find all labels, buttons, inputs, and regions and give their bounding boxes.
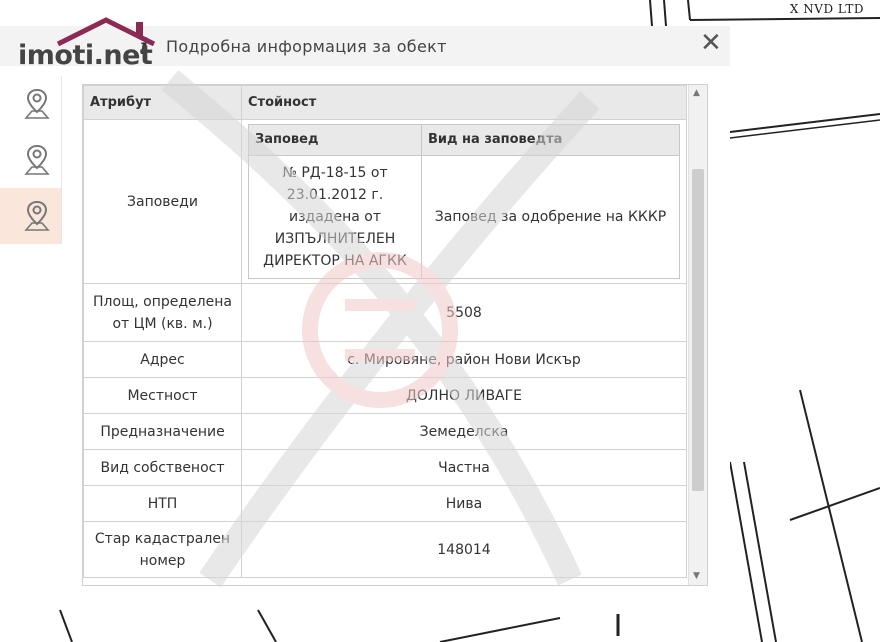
order-cell: № РД-18-15 от 23.01.2012 г. издадена от … bbox=[248, 155, 422, 279]
logo-text-main: imoti bbox=[18, 40, 94, 71]
value-cell: Земеделска bbox=[241, 413, 687, 450]
value-cell: Заповед Вид на заповедта № РД-18-15 от 2… bbox=[241, 119, 687, 284]
table-row: Местност ДОЛНО ЛИВАГЕ bbox=[83, 377, 687, 414]
table-row: Вид собственост Частна bbox=[83, 449, 687, 486]
attributes-table: Атрибут Стойност Заповеди Заповед Вид на… bbox=[83, 85, 687, 578]
order-type-cell: Заповед за одобрение на КККР bbox=[421, 155, 680, 279]
table-row: НТП Нива bbox=[83, 485, 687, 522]
attributes-table-container[interactable]: Атрибут Стойност Заповеди Заповед Вид на… bbox=[82, 84, 708, 586]
popup-title: Подробна информация за обект bbox=[166, 37, 447, 56]
attribute-cell: Заповеди bbox=[83, 119, 242, 284]
attribute-cell: Площ, определена от ЦМ (кв. м.) bbox=[83, 283, 242, 342]
info-popup: i Подробна информация за обект ✕ Атрибут… bbox=[0, 26, 730, 594]
copyright-text: X NVD LTD bbox=[789, 2, 864, 16]
attribute-cell: Стар кадастрален номер bbox=[83, 521, 242, 578]
side-tab-2[interactable] bbox=[0, 132, 62, 188]
attribute-cell: Предназначение bbox=[83, 413, 242, 450]
scroll-down-arrow[interactable]: ▼ bbox=[693, 572, 700, 581]
close-button[interactable]: ✕ bbox=[700, 30, 722, 56]
side-tab-3[interactable] bbox=[0, 188, 62, 244]
table-row: Предназначение Земеделска bbox=[83, 413, 687, 450]
scroll-thumb[interactable] bbox=[692, 169, 704, 491]
attribute-cell: Вид собственост bbox=[83, 449, 242, 486]
map-pin-icon bbox=[24, 200, 50, 231]
scroll-up-arrow[interactable]: ▲ bbox=[693, 89, 700, 98]
value-cell: с. Мировяне, район Нови Искър bbox=[241, 341, 687, 378]
header-order-type: Вид на заповедта bbox=[421, 124, 680, 156]
vertical-scrollbar[interactable]: ▲ ▼ bbox=[688, 85, 707, 585]
value-cell: 148014 bbox=[241, 521, 687, 578]
table-row: Площ, определена от ЦМ (кв. м.) 5508 bbox=[83, 283, 687, 342]
logo-text: imoti.net bbox=[18, 40, 153, 71]
header-order: Заповед bbox=[248, 124, 422, 156]
brand-logo: imoti.net bbox=[18, 16, 158, 72]
value-cell: Частна bbox=[241, 449, 687, 486]
side-tab-1[interactable] bbox=[0, 76, 62, 132]
side-tabs bbox=[0, 76, 62, 244]
header-value: Стойност bbox=[241, 85, 687, 120]
table-row: Заповеди Заповед Вид на заповедта № РД-1… bbox=[83, 119, 687, 284]
table-row: Адрес с. Мировяне, район Нови Искър bbox=[83, 341, 687, 378]
attribute-cell: НТП bbox=[83, 485, 242, 522]
value-cell: Нива bbox=[241, 485, 687, 522]
attribute-cell: Адрес bbox=[83, 341, 242, 378]
attribute-cell: Местност bbox=[83, 377, 242, 414]
table-row: Стар кадастрален номер 148014 bbox=[83, 521, 687, 578]
map-pin-icon bbox=[24, 88, 50, 119]
logo-text-tld: .net bbox=[93, 40, 153, 71]
value-cell: ДОЛНО ЛИВАГЕ bbox=[241, 377, 687, 414]
orders-row: № РД-18-15 от 23.01.2012 г. издадена от … bbox=[248, 155, 680, 279]
header-attribute: Атрибут bbox=[83, 85, 242, 120]
map-pin-icon bbox=[24, 144, 50, 175]
value-cell: 5508 bbox=[241, 283, 687, 342]
orders-table: Заповед Вид на заповедта № РД-18-15 от 2… bbox=[248, 124, 680, 279]
